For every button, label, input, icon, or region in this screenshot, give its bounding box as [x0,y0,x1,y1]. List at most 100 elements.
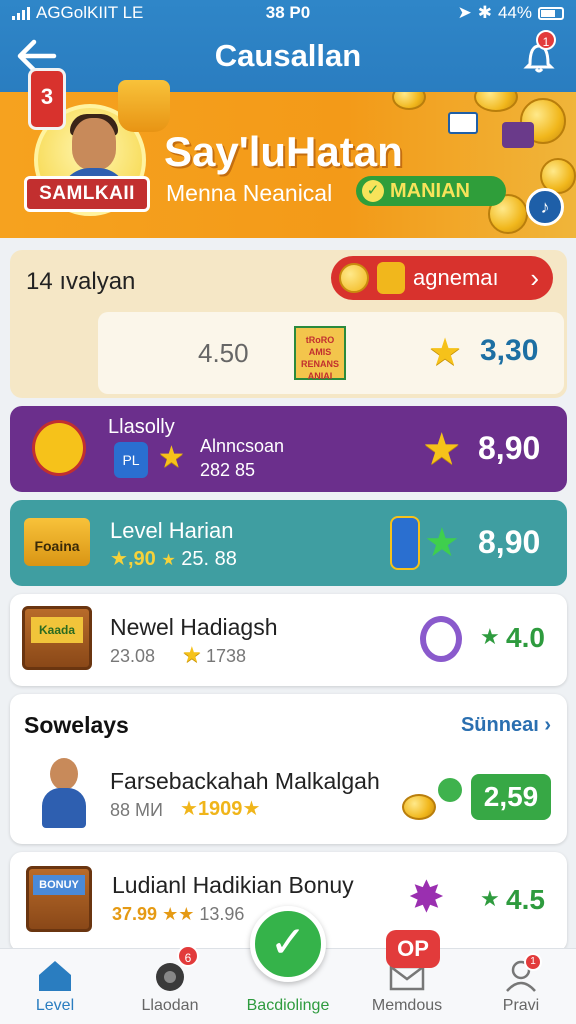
star-icon: ★ [428,332,463,374]
daily-card[interactable]: 14 ıvalyan agnemaı › [10,250,567,398]
treasure-chest-icon: Kaada [22,606,92,670]
board-line: tRoRO [305,335,335,345]
nav-item-level[interactable]: Level [0,949,110,1024]
purple-card-subtitle: Alnncsoan [200,436,285,456]
check-fab-button[interactable]: ✓ [250,906,326,982]
chevron-right-icon: › [544,714,551,736]
star-icon: ★ [180,798,198,820]
bluetooth-icon: ✱ [477,3,492,22]
section-item-stat2: 1909 [197,798,243,820]
nav-badge: 1 [524,953,542,971]
top-bar: AGGolKIIT LE 38 P0 ➤ ✱ 44% Causallan 1 [0,0,576,92]
section-item-stat1: 88 MИ [110,800,163,820]
sowelays-section: Sowelays Sünneaı › Farsebackahah Malkalg… [10,694,567,844]
chevron-right-icon: › [530,262,539,293]
purple-reward-card[interactable]: PL ★ Llasolly Alnncsoan 282 85 ★ 8,90 [10,406,567,492]
purple-gem-icon: ✸ [408,873,445,922]
nav-label: Level [35,997,75,1014]
nav-label: Memdous [371,997,443,1014]
coin-icon [392,92,426,110]
check-icon: ✓ [362,180,384,202]
bonus-card-stat2: 13.96 [199,904,245,924]
chest-label: Kaada [31,617,83,643]
notification-bell-button[interactable]: 1 [516,30,562,76]
score-board-icon: tRoRO AMIS RENANS ANIAI [294,326,346,381]
book-icon: PL [114,442,148,478]
notification-badge: 1 [536,30,556,50]
device-icon [377,262,405,294]
purple-card-title: Llasolly [108,416,175,438]
avatar-shirt [42,788,86,828]
status-bar: AGGolKIIT LE 38 P0 ➤ ✱ 44% [0,0,576,26]
status-right: ➤ ✱ 44% [457,3,564,23]
key-ring-icon [420,616,462,662]
green-pin-icon [438,778,462,802]
star-icon: ★ [242,798,261,820]
star-icon: ★ [178,904,195,924]
bonus-card-value: 4.5 [506,884,545,915]
newel-card-stat1: 23.08 [110,646,156,666]
daily-card-heading: 14 ıvalyan [26,268,136,295]
banner-subtitle: Menna Neanical [166,180,333,206]
can-icon: 3 [28,68,66,130]
gift-box-icon [502,122,534,148]
page-title: Causallan [214,38,362,73]
bonus-card-title: Ludianl Hadikian Bonuy [112,872,354,898]
nav-label: Llaodan [141,997,199,1014]
chest-label: BONUY [33,875,85,895]
location-icon: ➤ [457,3,472,22]
check-icon: ✓ [269,918,307,967]
nav-label: Pravi [502,997,540,1014]
daily-card-button[interactable]: agnemaı › [331,256,553,300]
newel-card[interactable]: Kaada Newel Hadiagsh 23.08 ★ 1738 ★ 4.0 [10,594,567,686]
board-line: AMIS [308,347,332,357]
board-line: ANIAI [307,371,333,381]
banner-pill-label: MANIAN [390,179,470,202]
purple-card-value: 8,90 [478,430,541,466]
level-harian-stat1: ,90 [127,548,156,570]
newel-card-value: 4.0 [506,622,545,653]
level-harian-stats: ★,90 ★ 25. 88 [110,546,237,571]
newel-card-stat2: 1738 [206,646,247,666]
home-icon [39,961,71,991]
section-item-title: Farsebackahah Malkalgah [110,768,380,794]
star-icon: ★ [158,441,185,474]
daily-card-value-right: 3,30 [480,334,539,367]
treasure-chest-icon: BONUY [26,866,92,932]
op-badge: OP [386,930,440,968]
daily-card-button-label: agnemaı [413,265,499,290]
level-harian-title: Level Harian [110,518,234,543]
nav-label: Bacdiolinge [246,997,330,1014]
section-item-stat2-group: ★1909★ [180,796,260,821]
section-item-value-button[interactable]: 2,59 [471,774,551,820]
music-note-icon: ♪ [526,188,564,226]
daily-card-value-mid: 4.50 [198,338,249,368]
coin-icon [339,263,369,293]
boy-avatar [36,756,92,830]
banner-title: Say'luHatan [164,128,403,175]
nav-item-llaodan[interactable]: 6 Llaodan [115,945,225,1024]
level-harian-stat2: 25. 88 [181,548,237,570]
trophy-badge-icon [32,420,86,476]
nav-item-pravi[interactable]: 1 Pravi [466,949,576,1024]
star-icon: ★ [110,548,128,570]
level-harian-card[interactable]: Foaina Level Harian ★,90 ★ 25. 88 ★ 8,90 [10,500,567,586]
avatar-ribbon: SAMLKAII [24,176,150,212]
coin-icon [474,92,518,112]
phone-icon [390,516,420,570]
star-icon: ★ [161,552,176,569]
green-star-icon: ★ [480,624,500,649]
bonus-card-stat1: 37.99 [112,904,158,924]
banner-pill-button[interactable]: ✓ MANIAN [356,176,506,206]
purple-card-subvalue: 282 85 [200,460,256,480]
section-title: Sowelays [24,712,129,738]
battery-percent: 44% [497,3,532,22]
crate-icon: Foaina [24,518,90,566]
green-star-icon: ★ [424,521,460,565]
newel-card-title: Newel Hadiagsh [110,614,278,640]
bonus-card-stats: 37.99 ★★ 13.96 [112,904,244,925]
level-harian-value: 8,90 [478,524,541,560]
see-all-label: Sünneaı [460,714,539,736]
board-line: RENANS [300,359,339,369]
see-all-link[interactable]: Sünneaı › [461,714,551,737]
